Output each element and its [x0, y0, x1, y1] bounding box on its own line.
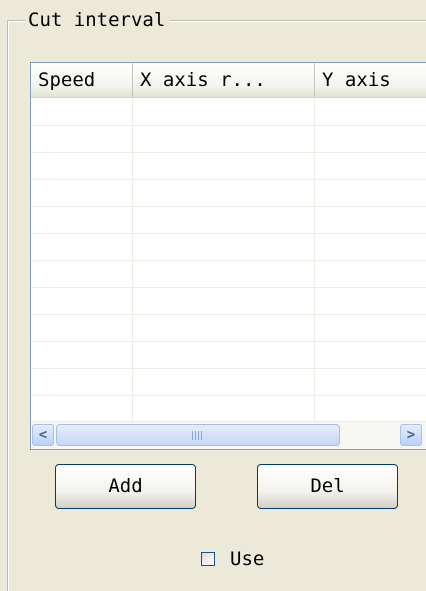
table-row[interactable] [31, 288, 426, 315]
table-cell [133, 369, 315, 395]
table-row[interactable] [31, 153, 426, 180]
table-cell [315, 369, 426, 395]
table-cell [31, 126, 133, 152]
table-cell [31, 180, 133, 206]
table-cell [31, 369, 133, 395]
use-checkbox-label[interactable]: Use [230, 548, 264, 570]
table-row[interactable] [31, 180, 426, 207]
table-cell [31, 288, 133, 314]
table-cell [133, 315, 315, 341]
cut-interval-list[interactable]: Speed X axis r... Y axis < > [30, 62, 426, 450]
table-cell [315, 315, 426, 341]
table-cell [315, 126, 426, 152]
table-cell [31, 342, 133, 368]
add-button[interactable]: Add [55, 464, 196, 509]
table-row[interactable] [31, 261, 426, 288]
table-cell [133, 153, 315, 179]
table-cell [31, 315, 133, 341]
table-cell [31, 234, 133, 260]
table-cell [133, 180, 315, 206]
table-row[interactable] [31, 342, 426, 369]
del-button[interactable]: Del [257, 464, 398, 509]
table-cell [315, 207, 426, 233]
table-cell [31, 261, 133, 287]
grip-icon [192, 431, 202, 440]
table-cell [31, 99, 133, 125]
table-row[interactable] [31, 126, 426, 153]
table-row[interactable] [31, 99, 426, 126]
table-cell [133, 234, 315, 260]
group-title: Cut interval [26, 7, 170, 33]
table-cell [133, 207, 315, 233]
table-cell [315, 234, 426, 260]
table-row[interactable] [31, 207, 426, 234]
scroll-right-arrow-icon[interactable]: > [400, 424, 422, 446]
table-cell [31, 207, 133, 233]
table-cell [315, 153, 426, 179]
column-header-x-axis[interactable]: X axis r... [133, 63, 315, 98]
table-row[interactable] [31, 234, 426, 261]
use-checkbox[interactable] [201, 552, 215, 566]
table-cell [315, 99, 426, 125]
horizontal-scrollbar[interactable]: < > [31, 421, 426, 449]
table-cell [31, 153, 133, 179]
list-rows [31, 99, 426, 423]
list-header: Speed X axis r... Y axis [31, 63, 426, 99]
use-checkbox-row[interactable]: Use [201, 548, 264, 570]
table-cell [315, 342, 426, 368]
table-cell [133, 99, 315, 125]
table-cell [133, 126, 315, 152]
table-cell [133, 288, 315, 314]
table-cell [315, 261, 426, 287]
table-cell [31, 396, 133, 422]
table-row[interactable] [31, 396, 426, 423]
table-cell [315, 396, 426, 422]
table-cell [133, 396, 315, 422]
table-cell [133, 261, 315, 287]
table-row[interactable] [31, 315, 426, 342]
table-cell [315, 288, 426, 314]
table-cell [133, 342, 315, 368]
table-row[interactable] [31, 369, 426, 396]
column-header-speed[interactable]: Speed [31, 63, 133, 98]
column-header-y-axis[interactable]: Y axis [315, 63, 426, 98]
scroll-left-arrow-icon[interactable]: < [32, 424, 54, 446]
scrollbar-thumb[interactable] [56, 424, 340, 446]
table-cell [315, 180, 426, 206]
